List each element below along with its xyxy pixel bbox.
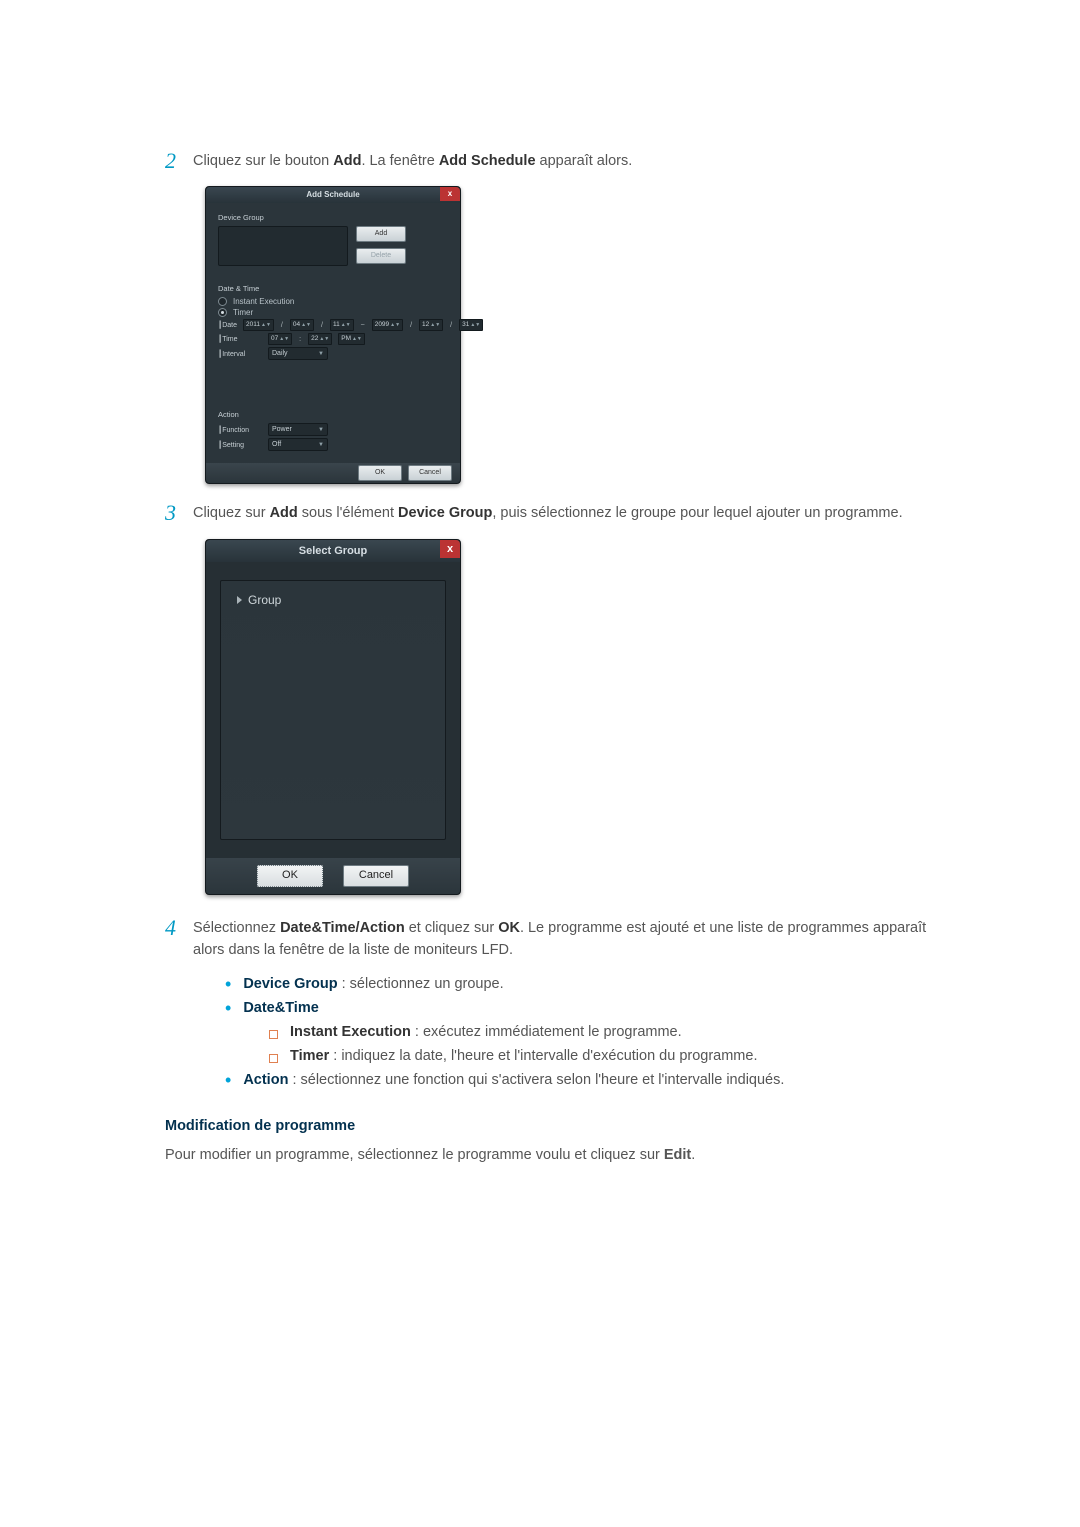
close-icon[interactable]: x	[440, 187, 460, 201]
bullet-list: • Device Group : sélectionnez un groupe.…	[225, 976, 960, 1088]
select-group-dialog: Select Group x Group OK Cancel	[205, 539, 461, 895]
group-item-label: Group	[248, 593, 281, 607]
square-bullet-icon	[269, 1030, 278, 1039]
tree-expand-icon[interactable]	[237, 596, 242, 604]
square-bullet-icon	[269, 1054, 278, 1063]
select-group-titlebar: Select Group x	[206, 540, 460, 562]
modification-title: Modification de programme	[165, 1118, 960, 1134]
interval-dropdown[interactable]: Daily▼	[268, 347, 328, 360]
group-tree[interactable]: Group	[220, 580, 446, 840]
step-4-text: Sélectionnez Date&Time/Action et cliquez…	[193, 917, 960, 962]
bullet-icon: •	[225, 1000, 231, 1016]
time-minute[interactable]: 22▲▼	[308, 333, 332, 345]
step-4-number: 4	[165, 917, 193, 939]
delete-group-button[interactable]: Delete	[356, 248, 406, 264]
modification-body: Pour modifier un programme, sélectionnez…	[165, 1144, 960, 1166]
function-dropdown[interactable]: Power▼	[268, 423, 328, 436]
close-icon[interactable]: x	[440, 540, 460, 558]
chevron-down-icon: ▼	[318, 442, 324, 448]
step-3-number: 3	[165, 502, 193, 524]
step-2-number: 2	[165, 150, 193, 172]
instant-execution-label: Instant Execution	[233, 297, 294, 306]
add-schedule-titlebar: Add Schedule x	[206, 187, 460, 203]
select-group-title: Select Group	[299, 545, 367, 557]
sub-bullet-timer: Timer : indiquez la date, l'heure et l'i…	[269, 1048, 960, 1064]
step-3: 3 Cliquez sur Add sous l'élément Device …	[165, 502, 960, 524]
bullet-action: • Action : sélectionnez une fonction qui…	[225, 1072, 960, 1088]
interval-label: ┃Interval	[218, 350, 262, 358]
step-2-text: Cliquez sur le bouton Add. La fenêtre Ad…	[193, 150, 960, 172]
date-year2[interactable]: 2099▲▼	[372, 319, 403, 331]
device-group-listbox[interactable]	[218, 226, 348, 266]
date-day1[interactable]: 11▲▼	[330, 319, 354, 331]
cancel-button[interactable]: Cancel	[343, 865, 409, 887]
time-ampm[interactable]: PM▲▼	[338, 333, 365, 345]
timer-radio[interactable]	[218, 308, 227, 317]
device-group-label: Device Group	[218, 213, 448, 222]
chevron-down-icon: ▼	[318, 351, 324, 357]
group-tree-item[interactable]: Group	[221, 581, 445, 619]
ok-button[interactable]: OK	[257, 865, 323, 887]
instant-execution-radio[interactable]	[218, 297, 227, 306]
bullet-date-time: • Date&Time	[225, 1000, 960, 1016]
action-label: Action	[218, 410, 448, 419]
cancel-button[interactable]: Cancel	[408, 465, 452, 481]
date-label: ┃Date	[218, 321, 237, 329]
function-label: ┃Function	[218, 426, 262, 434]
add-group-button[interactable]: Add	[356, 226, 406, 242]
date-month1[interactable]: 04▲▼	[290, 319, 314, 331]
bullet-icon: •	[225, 1072, 231, 1088]
bullet-device-group: • Device Group : sélectionnez un groupe.	[225, 976, 960, 992]
date-time-label: Date & Time	[218, 284, 448, 293]
step-2: 2 Cliquez sur le bouton Add. La fenêtre …	[165, 150, 960, 172]
add-schedule-dialog: Add Schedule x Device Group Add Delete D…	[205, 186, 461, 484]
timer-label: Timer	[233, 308, 253, 317]
sub-bullet-instant: Instant Execution : exécutez immédiateme…	[269, 1024, 960, 1040]
date-day2[interactable]: 31▲▼	[459, 319, 483, 331]
add-schedule-title: Add Schedule	[306, 190, 359, 199]
step-3-text: Cliquez sur Add sous l'élément Device Gr…	[193, 502, 960, 524]
setting-dropdown[interactable]: Off▼	[268, 438, 328, 451]
time-label: ┃Time	[218, 335, 262, 343]
step-4: 4 Sélectionnez Date&Time/Action et cliqu…	[165, 917, 960, 962]
date-month2[interactable]: 12▲▼	[419, 319, 443, 331]
ok-button[interactable]: OK	[358, 465, 402, 481]
chevron-down-icon: ▼	[318, 427, 324, 433]
setting-label: ┃Setting	[218, 441, 262, 449]
bullet-icon: •	[225, 976, 231, 992]
time-hour[interactable]: 07▲▼	[268, 333, 292, 345]
date-year1[interactable]: 2011▲▼	[243, 319, 274, 331]
